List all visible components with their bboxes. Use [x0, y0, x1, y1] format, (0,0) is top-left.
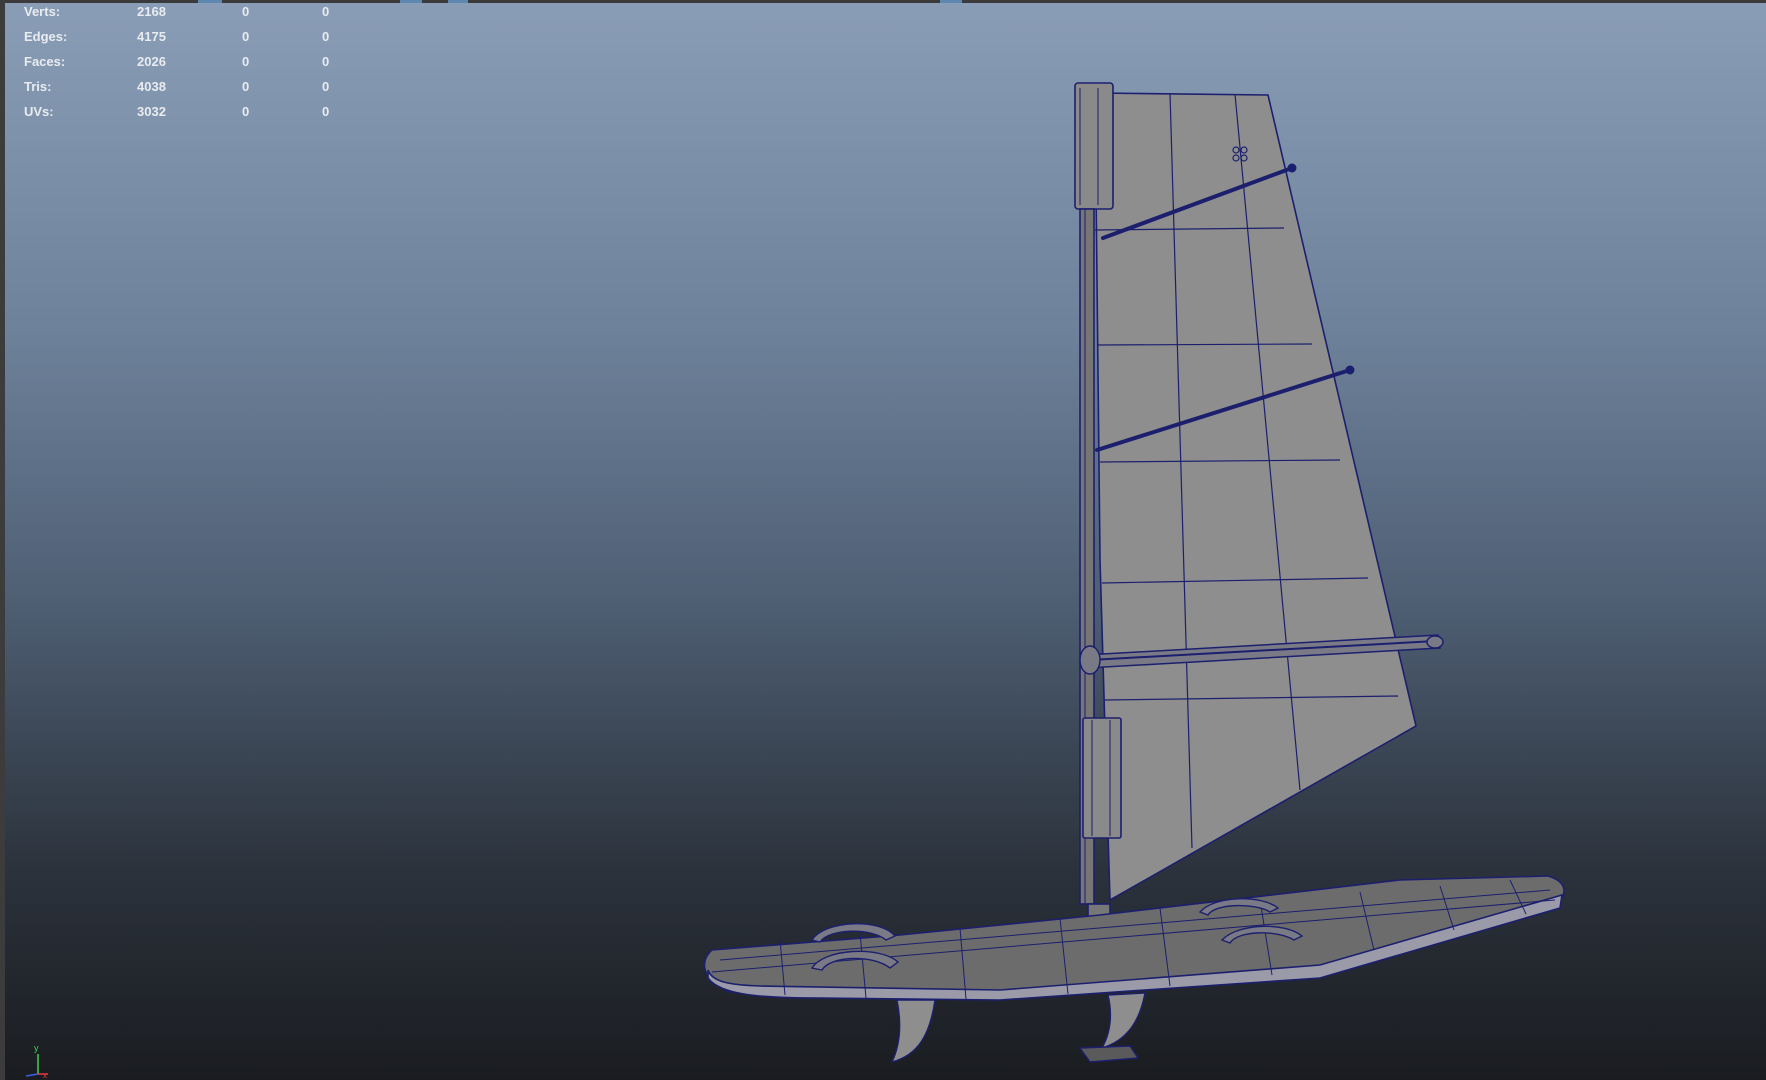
board[interactable]	[703, 875, 1565, 1001]
fin-base	[1078, 1045, 1140, 1063]
mast-top-sleeve	[1074, 82, 1114, 210]
axis-x-label: x	[43, 1071, 47, 1080]
axis-y-label: y	[34, 1043, 39, 1053]
axis-z-line	[25, 1073, 39, 1077]
fin	[890, 999, 936, 1064]
mast-lower-sleeve	[1082, 717, 1122, 839]
windsurf-model[interactable]	[0, 0, 1766, 1080]
fins	[890, 992, 1146, 1064]
axis-gizmo: y x	[25, 1043, 48, 1080]
sail[interactable]	[1094, 92, 1417, 902]
fin	[1100, 992, 1146, 1050]
boom-clamp	[1079, 645, 1101, 675]
3d-viewport[interactable]: Verts: 2168 0 0 Edges: 4175 0 0 Faces: 2…	[0, 0, 1766, 1080]
batten-tip	[1345, 365, 1355, 375]
batten-tip	[1287, 163, 1297, 173]
boom-end	[1426, 635, 1444, 649]
sail-panel	[1094, 92, 1417, 902]
